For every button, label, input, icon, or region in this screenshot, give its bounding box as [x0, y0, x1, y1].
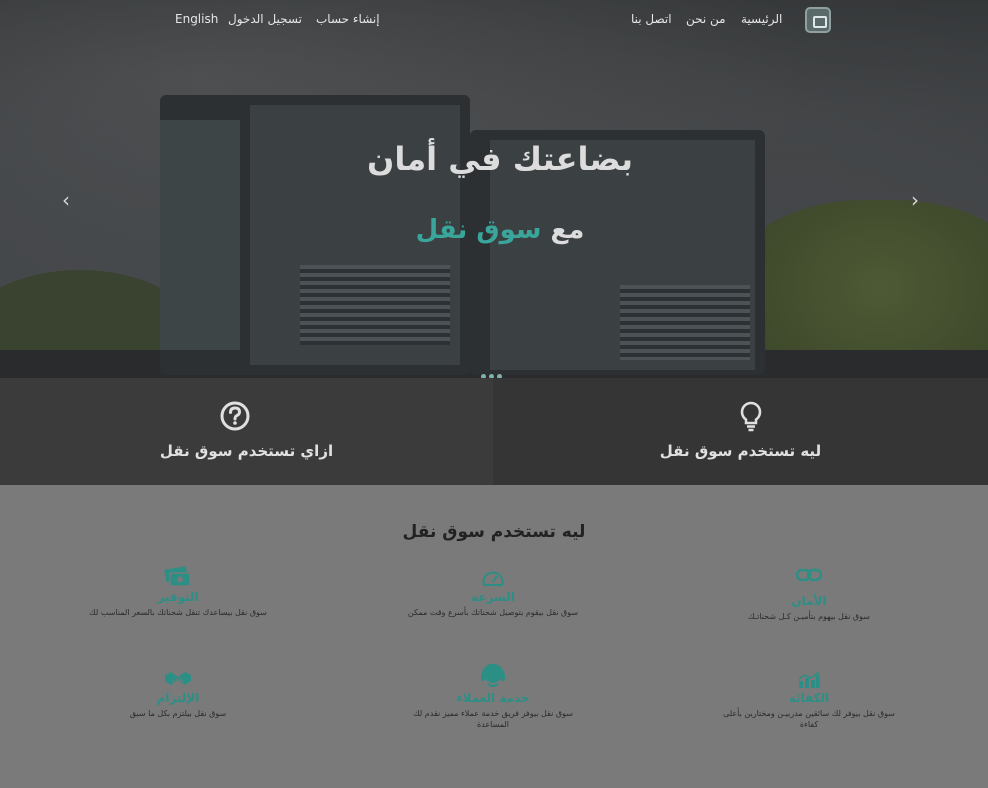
feature-savings: التوفير سوق نقل بيساعدك تنقل شحناتك بالس…	[88, 564, 268, 618]
feature-name: التوفير	[157, 590, 199, 604]
nav-about[interactable]: من نحن	[686, 12, 726, 26]
slider-prev-icon[interactable]: ‹	[62, 188, 70, 212]
top-nav: الرئيسية من نحن اتصل بنا إنشاء حساب تسجي…	[0, 0, 988, 40]
hero-title: بضاعتك في أمان	[367, 140, 633, 178]
money-icon	[164, 566, 191, 587]
why-use-title: ليه تستخدم سوق نقل	[659, 442, 822, 460]
hero-subtitle: مع سوق نقل	[300, 215, 700, 245]
feature-customer-service: خدمة العملاء سوق نقل بيوفر فريق خدمة عمل…	[403, 661, 583, 730]
question-icon	[220, 401, 250, 431]
feature-commitment: الإلتزام سوق نقل بيلتزم بكل ما سبق	[88, 669, 268, 719]
feature-security: الأمان سوق نقل بيهوم بتأميـن كـل شحناتـك	[719, 568, 899, 622]
feature-efficiency: الكفائة سوق نقل بيوفر لك سائقين مدربيـن …	[719, 671, 899, 730]
feature-desc: سوق نقل بيساعدك تنقل شحناتك بالسعر المنا…	[89, 608, 267, 617]
handshake-icon	[165, 672, 191, 685]
hero-subtitle-accent: سوق نقل	[415, 215, 542, 245]
feature-name: الإلتزام	[156, 691, 200, 705]
nav-home[interactable]: الرئيسية	[741, 12, 782, 26]
speedometer-icon	[482, 571, 504, 586]
chart-icon	[798, 671, 820, 688]
headset-icon	[481, 663, 505, 687]
hero-slider: بضاعتك في أمان مع سوق نقل ‹ ›	[0, 0, 988, 378]
feature-name: خدمة العملاء	[456, 691, 530, 705]
feature-desc: سوق نقل بيوفر فريق خدمة عملاء مميز نقدم …	[413, 709, 573, 729]
slider-next-icon[interactable]: ›	[911, 188, 919, 212]
slider-dots	[479, 364, 503, 378]
how-to-use-panel[interactable]: ازاي تستخدم سوق نقل	[0, 378, 493, 485]
hero-subtitle-prefix: مع	[541, 215, 585, 245]
nav-register[interactable]: إنشاء حساب	[316, 12, 380, 26]
feature-desc: سوق نقل بيلتزم بكل ما سبق	[129, 709, 227, 718]
feature-name: الأمان	[791, 594, 827, 608]
feature-name: السرعة	[471, 590, 515, 604]
info-panels: ازاي تستخدم سوق نقل ليه تستخدم سوق نقل	[0, 378, 988, 485]
truck-right-grill	[620, 285, 750, 360]
feature-desc: سوق نقل بيهوم بتأميـن كـل شحناتـك	[748, 612, 870, 621]
truck-left-grill	[300, 265, 450, 345]
feature-speed: السرعة سوق نقل بيقوم بتوصيل شحناتك بأسرع…	[403, 568, 583, 618]
nav-login[interactable]: تسجيل الدخول	[228, 12, 302, 26]
why-use-panel[interactable]: ليه تستخدم سوق نقل	[493, 378, 988, 485]
nav-language[interactable]: English	[175, 12, 218, 26]
lightbulb-icon	[740, 401, 762, 432]
feature-desc: سوق نقل بيوفر لك سائقين مدربيـن ومختارين…	[723, 709, 895, 729]
features-section-title: ليه تستخدم سوق نقل	[402, 522, 586, 542]
how-to-use-title: ازاي تستخدم سوق نقل	[159, 442, 334, 460]
truck-left-trailer	[160, 120, 240, 350]
nav-contact[interactable]: اتصل بنا	[631, 12, 672, 26]
feature-desc: سوق نقل بيقوم بتوصيل شحناتك بأسرع وقت مم…	[407, 608, 579, 617]
feature-name: الكفائة	[788, 691, 830, 705]
chain-link-icon	[796, 568, 822, 582]
site-logo[interactable]	[805, 7, 831, 33]
